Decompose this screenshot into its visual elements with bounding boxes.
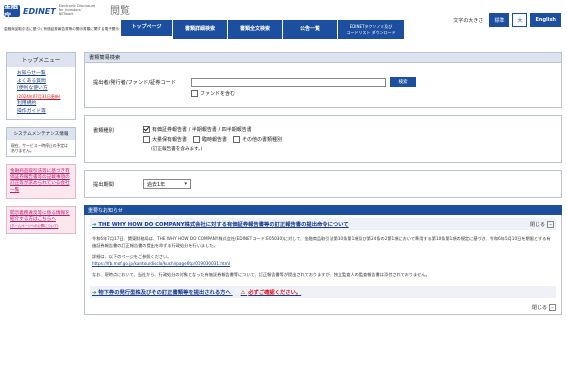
news-item-1-title[interactable]: THE WHY HOW DO COMPANY株式会社に対する有価証券報告書等の訂…	[98, 222, 348, 228]
news-item-2-toggle[interactable]: 閉じる −	[532, 304, 556, 311]
fsa-logo-mark: 金融庁	[4, 2, 20, 20]
doc-type-panel: 書類種別 有価証券報告書 / 半期報告書 / 四半期報告書 大量保有報告書 臨時…	[84, 115, 562, 163]
name-search-input[interactable]	[191, 77, 386, 87]
news-item-2-title-wrap[interactable]: ➔ 物下券の発行型株及びその訂正書類等を提出される方へ ⚠ 必ずご確認ください。	[92, 288, 301, 296]
site-tagline: 金融商品取引法に基づく有価証券報告書等の開示書類に関する電子開示システム	[4, 27, 134, 31]
doc-type-note: (訂正報告書を含みます。)	[151, 147, 203, 152]
doc-type-checkbox-large-holding[interactable]	[143, 136, 150, 143]
news-item-1-paragraph-2: 詳細は、以下のページをご参照ください。	[92, 254, 172, 259]
doc-type-checkbox-extraordinary[interactable]	[193, 136, 201, 143]
minus-icon: −	[547, 220, 554, 228]
doc-type-label-other: その他の書類種別	[242, 137, 283, 143]
period-select-value: 過去1年	[147, 181, 166, 188]
arrow-icon: ➔	[92, 222, 97, 228]
sidebar-link-notices[interactable]: お知らせ一覧	[17, 70, 67, 78]
english-button[interactable]: English	[530, 13, 561, 27]
font-standard-button[interactable]: 標準	[489, 13, 510, 27]
font-size-label: 文字の大きさ	[453, 17, 484, 24]
nav-doc-fulltext-search[interactable]: 書類全文検索	[227, 20, 282, 39]
news-item-1-content: 令和6年7月17日、関東財務局は、THE WHY HOW DO COMPANY株…	[90, 230, 556, 278]
font-size-controls: 文字の大きさ 標準 大 English	[453, 13, 561, 27]
doc-type-label-large-holding: 大量保有報告書	[152, 137, 188, 143]
top-menu-box: トップメニュー お知らせ一覧 よくある質問 (便利な使い方 (2024年07月3…	[6, 52, 76, 120]
header: 金融庁 EDINET Electronic Disclosure for Inv…	[0, 0, 567, 40]
maintenance-title: システムメンテナンス情報	[7, 128, 75, 140]
news-item-2-warning: 必ずご確認ください。	[248, 290, 302, 296]
period-label: 提出期間	[93, 181, 114, 188]
news-item-2-title[interactable]: 物下券の発行型株及びその訂正書類等を提出される方へ	[98, 290, 230, 296]
violation-info-note: (ホームページへの公開について)	[10, 224, 59, 229]
doc-type-checkbox-other[interactable]	[233, 136, 241, 143]
toggle-label: 閉じる	[529, 221, 545, 228]
maintenance-box: システムメンテナンス情報 現在、サービス一時停止の予定はありません。	[6, 127, 76, 157]
top-menu-title: トップメニュー	[7, 53, 75, 67]
maintenance-body: 現在、サービス一時停止の予定はありません。	[11, 143, 68, 153]
violation-info-box[interactable]: 開示義務違反等に係る情報を紹介する方はこちらへ (ホームページへの公開について)	[6, 205, 76, 235]
main-nav: トップページ 書類詳細検索 書類全文検索 公告一覧 EDINETタクソノミ及び …	[120, 20, 404, 39]
edinet-logo[interactable]: 金融庁 EDINET Electronic Disclosure for Inv…	[4, 2, 97, 20]
sidebar-link-guide[interactable]: 操作ガイド等	[17, 108, 67, 116]
sidebar-link-faq[interactable]: よくある質問	[17, 78, 67, 86]
news-item-1-toggle[interactable]: 閉じる −	[529, 220, 554, 228]
minus-icon: −	[549, 304, 556, 311]
doc-type-label-extraordinary: 臨時報告書	[202, 137, 228, 143]
important-news-header: 重要なお知らせ	[84, 205, 562, 215]
faq-updated-note: (2024年07月31日更新)	[17, 93, 61, 99]
include-fund-label: ファンドを含む	[200, 91, 236, 97]
main-content: 書類簡易検索 提出者/発行者/ファンド/証券コード 検索 ファンドを含む 書類種…	[84, 52, 562, 315]
correction-companies-link[interactable]: 金融商品取引法等に基づき有価証券報告書等の記載事項の訂正等が求められている会社一…	[6, 164, 76, 199]
warning-icon: ⚠	[240, 290, 246, 296]
news-item-1-paragraph-3: なお、現時点において、当社から、行政処分の対象となった有価証券報告書等について、…	[92, 272, 430, 277]
doc-type-checkbox-securities[interactable]	[143, 126, 150, 133]
logo-kanji: 閲覧	[110, 6, 130, 17]
search-name-panel: 提出者/発行者/ファンド/証券コード 検索 ファンドを含む	[84, 63, 562, 108]
period-panel: 提出期間 過去1年 ▾	[84, 170, 562, 198]
arrow-icon: ➔	[92, 290, 97, 296]
nav-notice-list[interactable]: 公告一覧	[282, 20, 337, 39]
news-item-1-title-wrap[interactable]: ➔ THE WHY HOW DO COMPANY株式会社に対する有価証券報告書等…	[92, 220, 349, 228]
include-fund-checkbox[interactable]	[191, 90, 198, 97]
chevron-down-icon: ▾	[184, 181, 187, 187]
nav-top-page[interactable]: トップページ	[120, 20, 172, 39]
sidebar-link-terms[interactable]: 利用規約	[17, 100, 67, 108]
font-large-button[interactable]: 大	[512, 13, 528, 27]
name-label: 提出者/発行者/ファンド/証券コード	[93, 79, 177, 86]
nav-doc-detail-search[interactable]: 書類詳細検索	[172, 20, 227, 39]
toggle-label: 閉じる	[531, 305, 547, 311]
period-select[interactable]: 過去1年 ▾	[143, 179, 191, 189]
doc-type-label: 書類種別	[93, 128, 114, 134]
news-item-1-url[interactable]: https://lfb.mof.go.jp/kantou/disclo/kuch…	[92, 260, 554, 267]
nav-taxonomy-download[interactable]: EDINETタクソノミ及び コードリスト ダウンロード	[337, 20, 404, 39]
logo-text: EDINET	[23, 6, 56, 16]
search-button[interactable]: 検索	[390, 77, 416, 87]
sidebar-link-tips[interactable]: (便利な使い方	[17, 85, 67, 93]
doc-type-label-securities: 有価証券報告書 / 半期報告書 / 四半期報告書	[152, 127, 252, 133]
news-item-1-paragraph-1: 令和6年7月17日、関東財務局は、THE WHY HOW DO COMPANY株…	[92, 236, 551, 248]
logo-subtitle: Electronic Disclosure for Investors' NET…	[58, 4, 96, 16]
simple-search-title: 書類簡易検索	[84, 52, 562, 63]
important-news-body: ➔ THE WHY HOW DO COMPANY株式会社に対する有価証券報告書等…	[84, 215, 562, 315]
violation-info-link[interactable]: 開示義務違反等に係る情報を紹介する方はこちらへ	[10, 211, 72, 223]
sidebar: トップメニュー お知らせ一覧 よくある質問 (便利な使い方 (2024年07月3…	[6, 52, 76, 241]
